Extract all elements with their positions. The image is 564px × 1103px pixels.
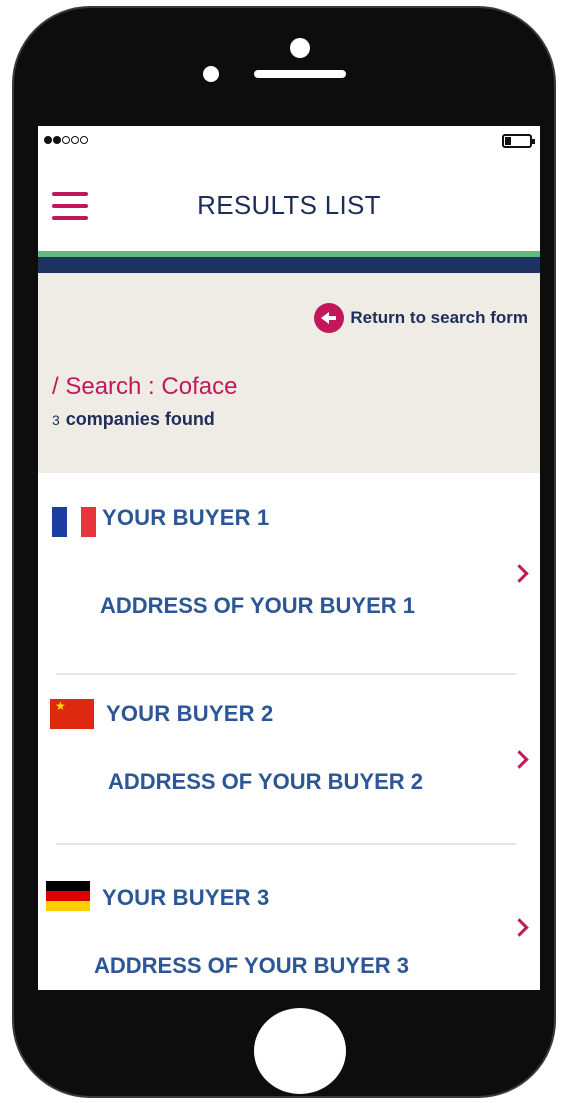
list-item-buyer-2[interactable]: ★ YOUR BUYER 2 ADDRESS OF YOUR BUYER 2 [38, 675, 540, 843]
home-button[interactable] [254, 1008, 346, 1094]
buyer-address: ADDRESS OF YOUR BUYER 1 [100, 593, 415, 618]
france-flag-icon [52, 507, 97, 537]
app-header: RESULTS LIST [38, 166, 540, 252]
front-camera [290, 38, 310, 58]
buyer-address: ADDRESS OF YOUR BUYER 3 [94, 953, 409, 978]
proximity-sensor [203, 66, 219, 82]
battery-icon [502, 134, 535, 148]
buyer-name: YOUR BUYER 3 [102, 885, 270, 910]
return-to-search-link[interactable]: Return to search form [314, 303, 528, 333]
buyer-name: YOUR BUYER 1 [102, 505, 270, 530]
status-bar [38, 126, 540, 156]
buyer-address: ADDRESS OF YOUR BUYER 2 [108, 769, 423, 794]
app-screen: RESULTS LIST Return to search form / Sea… [38, 126, 540, 990]
earpiece-speaker [254, 70, 346, 78]
buyer-name: YOUR BUYER 2 [106, 701, 274, 726]
signal-strength-icon [44, 136, 88, 144]
chevron-right-icon [510, 918, 529, 937]
page-title: RESULTS LIST [197, 190, 381, 220]
header-navy-bar [38, 257, 540, 273]
return-to-search-label: Return to search form [350, 308, 528, 327]
arrow-left-circle-icon [314, 303, 345, 333]
china-flag-icon: ★ [50, 699, 94, 729]
chevron-right-icon [510, 750, 529, 769]
germany-flag-icon [46, 881, 90, 911]
search-summary-panel: Return to search form / Search : Coface … [38, 273, 540, 473]
search-query-title: / Search : Coface [52, 373, 238, 400]
list-item-buyer-3[interactable]: YOUR BUYER 3 ADDRESS OF YOUR BUYER 3 [38, 845, 540, 990]
results-count-number: 3 [52, 412, 60, 428]
list-item-buyer-1[interactable]: YOUR BUYER 1 ADDRESS OF YOUR BUYER 1 [38, 473, 540, 673]
results-count-label: companies found [65, 409, 215, 429]
results-count: 3 companies found [52, 409, 215, 430]
chevron-right-icon [510, 564, 529, 583]
